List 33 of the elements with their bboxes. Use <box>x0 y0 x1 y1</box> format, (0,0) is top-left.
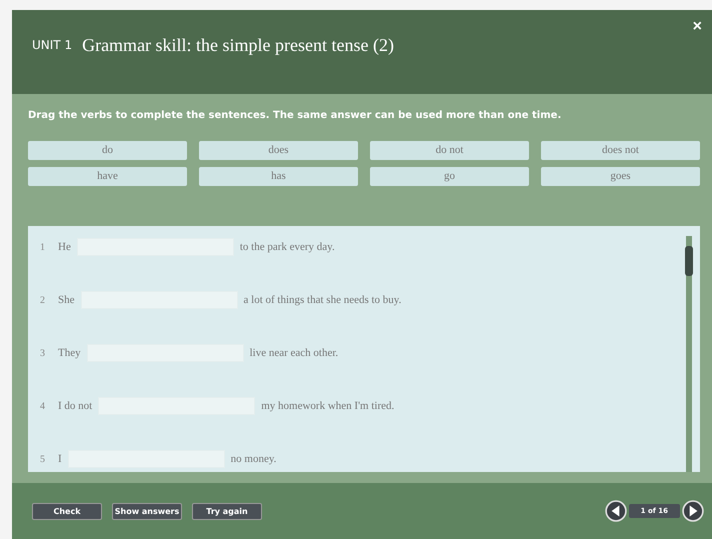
verb-tile[interactable]: does <box>199 141 358 160</box>
action-button[interactable]: Show answers <box>112 502 182 520</box>
instruction-text: Drag the verbs to complete the sentences. The same answer can be used more than one time. <box>28 110 562 121</box>
sentence-number: 2 <box>40 294 46 306</box>
sentence-text: to the park every day. <box>240 241 335 253</box>
scroll-bar[interactable] <box>686 236 692 472</box>
sentence-text: She <box>58 294 74 306</box>
unit-label: UNIT 1 <box>32 38 72 52</box>
action-button[interactable]: Check <box>32 502 102 520</box>
sentence-text: They <box>58 347 81 359</box>
sentence-text: my homework when I'm tired. <box>261 400 394 412</box>
verb-tile[interactable]: do <box>28 141 187 160</box>
verb-tile[interactable]: does not <box>541 141 700 160</box>
sentence-text: no money. <box>230 453 276 465</box>
verb-tile[interactable]: do not <box>370 141 529 160</box>
sentence-text: I do not <box>58 400 92 412</box>
window-title: Grammar skill: the simple present tense (2) <box>82 34 394 56</box>
sentence-text: a lot of things that she needs to buy. <box>244 294 402 306</box>
verb-tile[interactable]: goes <box>541 167 700 186</box>
sentence-number: 5 <box>40 454 46 464</box>
verb-tile[interactable]: go <box>370 167 529 186</box>
sentence-number: 4 <box>40 400 46 412</box>
action-button[interactable]: Try again <box>192 502 262 520</box>
sentence-text: He <box>58 241 71 253</box>
previous-icon[interactable] <box>604 500 627 522</box>
close-button[interactable]: × <box>688 18 706 36</box>
next-icon[interactable] <box>682 500 704 522</box>
verb-tile[interactable]: have <box>28 167 187 186</box>
verb-tile[interactable]: has <box>199 167 358 186</box>
sentence-text: live near each other. <box>250 347 338 359</box>
sentence-number: 1 <box>40 242 46 252</box>
sentence-text: I <box>58 453 62 465</box>
sentence-number: 3 <box>40 348 46 358</box>
